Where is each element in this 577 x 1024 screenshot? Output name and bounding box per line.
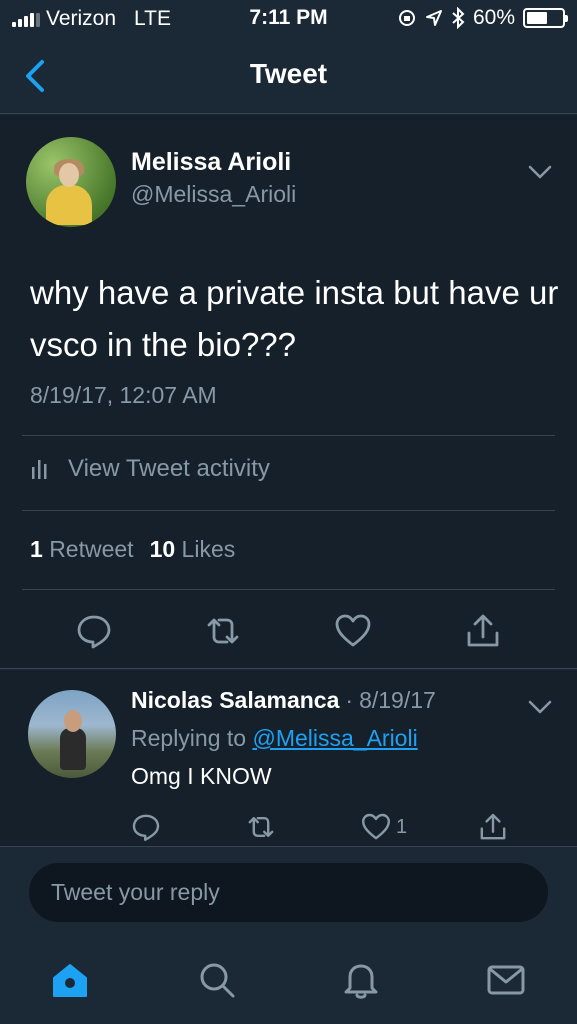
retweet-icon bbox=[207, 618, 239, 644]
reply-compose-input[interactable]: Tweet your reply bbox=[29, 863, 548, 922]
reply-tweet[interactable]: Nicolas Salamanca · 8/19/17 Replying to … bbox=[0, 670, 577, 846]
likes-label: Likes bbox=[181, 536, 236, 562]
reply-header: Nicolas Salamanca · 8/19/17 bbox=[131, 687, 436, 714]
compose-bar: Tweet your reply bbox=[0, 846, 577, 938]
tweet-options-button[interactable] bbox=[525, 162, 555, 182]
activity-label: View Tweet activity bbox=[68, 455, 270, 482]
replying-handle-link[interactable]: @Melissa_Arioli bbox=[252, 725, 417, 751]
chevron-down-icon bbox=[528, 165, 552, 179]
tweet-text: why have a private insta but have ur vsc… bbox=[30, 274, 559, 363]
activity-bars-icon bbox=[32, 460, 47, 479]
location-arrow-icon bbox=[425, 10, 442, 26]
reply-like-count: 1 bbox=[396, 815, 408, 838]
reply-separator: · bbox=[345, 687, 354, 713]
author-name[interactable]: Melissa Arioli bbox=[131, 148, 291, 177]
like-count: 10 bbox=[149, 536, 176, 562]
search-icon bbox=[200, 963, 235, 998]
chevron-down-icon bbox=[528, 700, 552, 714]
reply-text: Omg I KNOW bbox=[131, 763, 272, 789]
battery-icon bbox=[523, 8, 568, 28]
reply-share-button[interactable] bbox=[477, 810, 509, 844]
tweet-detail-screen: Verizon LTE 7:11 PM 60% Tweet Melissa Ar… bbox=[0, 0, 577, 1024]
reply-bubble-icon bbox=[132, 814, 160, 841]
retweet-button[interactable] bbox=[203, 611, 243, 651]
tab-search[interactable] bbox=[195, 958, 239, 1002]
tab-messages[interactable] bbox=[484, 958, 528, 1002]
bluetooth-icon bbox=[452, 7, 465, 29]
divider bbox=[22, 510, 555, 511]
likes-stat[interactable]: 10 Likes bbox=[150, 536, 236, 563]
view-tweet-activity-button[interactable]: View Tweet activity bbox=[30, 455, 270, 483]
divider bbox=[22, 589, 555, 590]
retweet-label: Retweet bbox=[49, 536, 134, 562]
compose-placeholder: Tweet your reply bbox=[51, 879, 220, 905]
nav-bar: Tweet bbox=[0, 38, 577, 114]
replying-to: Replying to @Melissa_Arioli bbox=[131, 725, 418, 752]
reply-retweet-button[interactable] bbox=[245, 810, 277, 844]
tweet-timestamp: 8/19/17, 12:07 AM bbox=[30, 382, 217, 408]
replying-prefix: Replying to bbox=[131, 725, 247, 751]
status-bar: Verizon LTE 7:11 PM 60% bbox=[0, 0, 577, 38]
reply-bubble-icon bbox=[77, 615, 111, 649]
notifications-bell-icon bbox=[344, 964, 378, 999]
battery-percent: 60% bbox=[472, 6, 515, 29]
reply-reply-button[interactable] bbox=[130, 810, 162, 844]
author-handle[interactable]: @Melissa_Arioli bbox=[131, 181, 296, 208]
retweet-stat[interactable]: 1 Retweet bbox=[30, 536, 134, 563]
author-avatar[interactable] bbox=[26, 137, 116, 227]
divider bbox=[22, 435, 555, 436]
heart-icon bbox=[362, 813, 390, 840]
messages-envelope-icon bbox=[487, 965, 525, 995]
heart-icon bbox=[335, 614, 371, 647]
share-button[interactable] bbox=[463, 611, 503, 651]
home-icon bbox=[53, 964, 87, 997]
orientation-lock-icon bbox=[398, 10, 415, 26]
page-title: Tweet bbox=[249, 58, 328, 89]
retweet-count: 1 bbox=[30, 536, 43, 562]
status-right: 60% bbox=[397, 6, 568, 30]
reply-options-button[interactable] bbox=[525, 697, 555, 717]
reply-author-name[interactable]: Nicolas Salamanca bbox=[131, 687, 339, 714]
main-tweet: Melissa Arioli @Melissa_Arioli why have … bbox=[0, 115, 577, 669]
share-icon bbox=[467, 614, 499, 647]
engagement-stats: 1 Retweet 10 Likes bbox=[30, 536, 235, 563]
reply-button[interactable] bbox=[74, 611, 114, 651]
tab-notifications[interactable] bbox=[339, 958, 383, 1002]
reply-author-avatar[interactable] bbox=[28, 690, 116, 778]
tab-bar bbox=[0, 938, 577, 1024]
reply-date: 8/19/17 bbox=[359, 687, 436, 713]
reply-like-button[interactable]: 1 bbox=[360, 810, 407, 844]
share-icon bbox=[480, 813, 506, 840]
like-button[interactable] bbox=[333, 611, 373, 651]
retweet-icon bbox=[248, 817, 274, 837]
tab-home[interactable] bbox=[48, 958, 92, 1002]
